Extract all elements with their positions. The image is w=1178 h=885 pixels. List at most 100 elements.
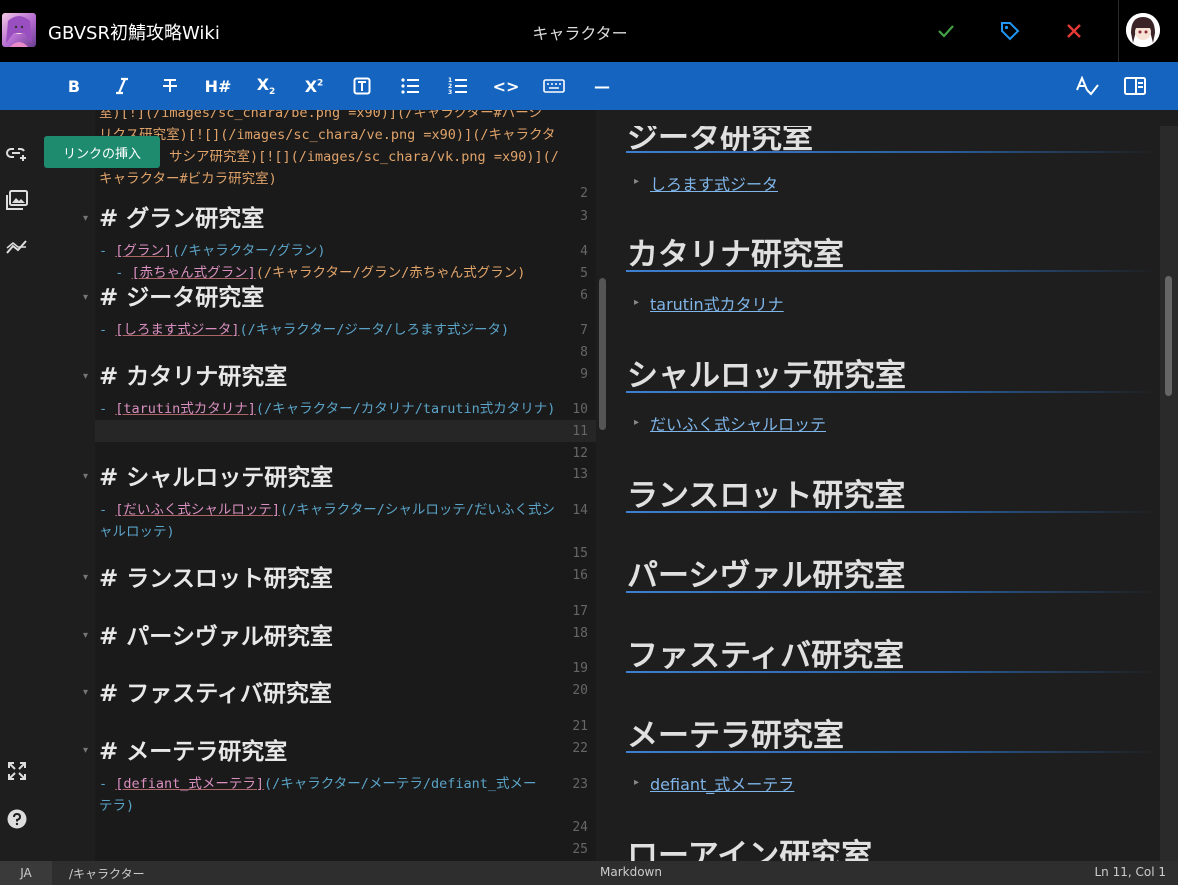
fold-icon[interactable]: ▾ — [83, 471, 88, 482]
code-line[interactable]: # ジータ研究室 — [99, 287, 591, 312]
code-line[interactable]: # シャルロッテ研究室 — [99, 467, 591, 492]
avatar[interactable] — [1126, 13, 1160, 47]
link-url-wrap: ャルロッテ) — [99, 524, 175, 540]
code-line[interactable]: # パーシヴァル研究室 — [99, 626, 591, 651]
properties-button[interactable] — [995, 16, 1025, 46]
bullet-list-button[interactable] — [395, 72, 425, 100]
code-line[interactable]: # メーテラ研究室 — [99, 741, 591, 766]
heading-text: # カタリナ研究室 — [99, 364, 288, 390]
textbox-button[interactable] — [347, 72, 377, 100]
close-button[interactable] — [1059, 16, 1089, 46]
keyboard-button[interactable] — [539, 72, 569, 100]
code-line[interactable]: 室)[!](/images/sc_chara/be.png =x90)](/キャ… — [99, 110, 591, 124]
code-line[interactable]: - [赤ちゃん式グラン](/キャラクター/グラン/赤ちゃん式グラン) — [99, 262, 591, 284]
fold-icon[interactable]: ▾ — [83, 292, 88, 303]
code-line[interactable]: ー#パーシ サシア研究室)[![](/images/sc_chara/vk.pn… — [99, 146, 591, 168]
code-line[interactable]: ャルロッテ) — [99, 521, 591, 543]
help-icon — [7, 809, 27, 829]
code-button[interactable]: <> — [491, 72, 521, 100]
expand-icon — [8, 762, 26, 780]
heading-rule — [626, 511, 1156, 513]
markdown-editor[interactable]: 室)[!](/images/sc_chara/be.png =x90)](/キャ… — [47, 110, 596, 861]
fold-icon[interactable]: ▾ — [83, 213, 88, 224]
link-url: (/キャラクター/カタリナ/tarutin式カタリナ) — [255, 401, 556, 417]
heading-icon: H# — [204, 76, 232, 96]
line-number: 21 — [572, 719, 588, 734]
code-line[interactable]: # ランスロット研究室 — [99, 568, 591, 593]
numbered-list-button[interactable]: 123 — [443, 72, 473, 100]
textbox-icon — [353, 77, 371, 95]
insert-image-button[interactable] — [4, 187, 30, 213]
bold-button[interactable]: B — [59, 72, 89, 100]
code-line[interactable]: - [defiant_式メーテラ](/キャラクター/メーテラ/defiant_式… — [99, 773, 591, 795]
preview-scrollbar[interactable] — [1160, 126, 1178, 861]
subscript-x: X — [256, 74, 270, 94]
spellcheck-icon — [1076, 76, 1099, 96]
line-number: 17 — [572, 604, 588, 619]
code-line[interactable]: テラ) — [99, 795, 591, 817]
fold-icon[interactable]: ▾ — [83, 687, 88, 698]
subscript-button[interactable]: X2 — [251, 72, 281, 100]
preview-link[interactable]: tarutin式カタリナ — [650, 291, 784, 315]
left-rail — [0, 110, 34, 861]
link-url: (/キャラクター/シャルロッテ/だいふく式シ — [280, 502, 556, 518]
expand-caret-icon[interactable]: ▸ — [634, 176, 639, 187]
preview-heading: シャルロッテ研究室 — [627, 358, 906, 394]
heading-text: # シャルロッテ研究室 — [99, 465, 334, 491]
toggle-preview-button[interactable] — [1120, 72, 1150, 100]
insert-chart-button[interactable] — [4, 234, 30, 260]
preview-link[interactable]: defiant_式メーテラ — [650, 771, 794, 795]
code-text: ー#パーシ サシア研究室)[![](/images/sc_chara/vk.pn… — [99, 149, 559, 165]
strikethrough-icon — [163, 79, 177, 92]
editor-scrollbar[interactable] — [596, 110, 610, 861]
bullet-list-icon — [401, 78, 419, 94]
code-line[interactable]: # グラン研究室 — [99, 208, 591, 233]
spellcheck-button[interactable] — [1072, 72, 1102, 100]
subscript-icon: X2 — [257, 75, 276, 97]
editor-mode: Markdown — [600, 865, 662, 879]
heading-text: # ファスティバ研究室 — [99, 681, 332, 707]
link-text: [だいふく式シャルロッテ] — [115, 502, 281, 518]
cursor-position: Ln 11, Col 1 — [1094, 865, 1166, 879]
language-indicator[interactable]: JA — [0, 861, 52, 885]
help-button[interactable] — [4, 806, 30, 832]
svg-text:3: 3 — [448, 89, 452, 95]
code-line[interactable]: キャラクター#ビカラ研究室) — [99, 168, 591, 190]
keyboard-icon — [543, 79, 565, 93]
editor-scroll-thumb[interactable] — [599, 278, 606, 430]
expand-caret-icon[interactable]: ▸ — [634, 777, 639, 788]
heading-text: # グラン研究室 — [99, 206, 265, 232]
save-button[interactable] — [931, 16, 961, 46]
code-line[interactable]: # ファスティバ研究室 — [99, 683, 591, 708]
fold-icon[interactable]: ▾ — [83, 572, 88, 583]
expand-caret-icon[interactable]: ▸ — [634, 297, 639, 308]
heading-text: # パーシヴァル研究室 — [99, 624, 333, 650]
close-icon — [1067, 24, 1081, 38]
preview-scroll-thumb[interactable] — [1165, 276, 1172, 396]
fold-icon[interactable]: ▾ — [83, 745, 88, 756]
horizontal-rule-button[interactable]: — — [587, 72, 617, 100]
fullscreen-button[interactable] — [4, 758, 30, 784]
code-line[interactable]: - [だいふく式シャルロッテ](/キャラクター/シャルロッテ/だいふく式シ — [99, 499, 591, 521]
preview-link[interactable]: だいふく式シャルロッテ — [650, 411, 826, 435]
link-text: [しろます式ジータ] — [115, 322, 240, 338]
heading-rule — [626, 151, 1156, 153]
code-line[interactable]: リクス研究室)[![](/images/sc_chara/ve.png =x90… — [99, 124, 591, 146]
superscript-mark: 2 — [317, 78, 324, 89]
divider — [1118, 0, 1119, 62]
expand-caret-icon[interactable]: ▸ — [634, 417, 639, 428]
preview-link[interactable]: しろます式ジータ — [650, 171, 778, 195]
line-number: 25 — [572, 842, 588, 857]
heading-button[interactable]: H# — [203, 72, 233, 100]
code-line[interactable]: # カタリナ研究室 — [99, 366, 591, 391]
code-line[interactable]: - [グラン](/キャラクター/グラン) — [99, 240, 591, 262]
code-line[interactable]: - [しろます式ジータ](/キャラクター/ジータ/しろます式ジータ) — [99, 319, 591, 341]
fold-icon[interactable]: ▾ — [83, 371, 88, 382]
code-line[interactable]: - [tarutin式カタリナ](/キャラクター/カタリナ/tarutin式カタ… — [99, 398, 591, 420]
insert-link-button[interactable] — [4, 140, 30, 166]
strikethrough-button[interactable] — [155, 72, 185, 100]
italic-button[interactable] — [107, 72, 137, 100]
superscript-button[interactable]: X2 — [299, 72, 329, 100]
preview-heading: メーテラ研究室 — [627, 718, 844, 754]
fold-icon[interactable]: ▾ — [83, 630, 88, 641]
